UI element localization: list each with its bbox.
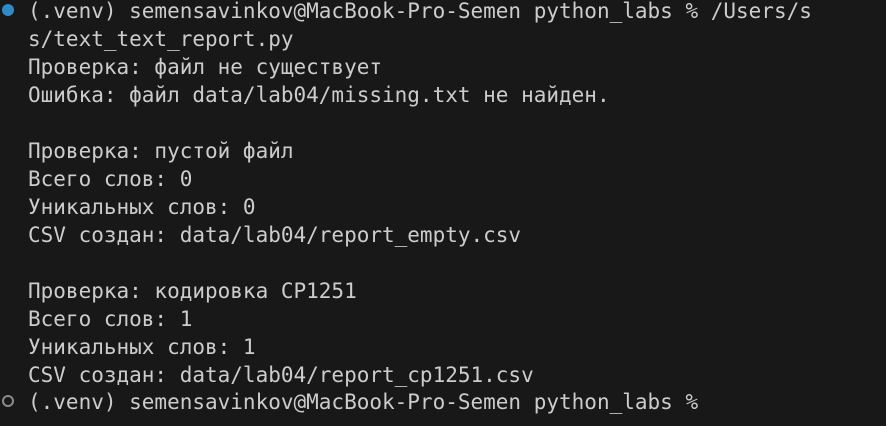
output-line: Проверка: пустой файл xyxy=(28,139,294,163)
output-line: Уникальных слов: 1 xyxy=(28,335,256,359)
shell-prompt: (.venv) semensavinkov@MacBook-Pro-Semen … xyxy=(28,0,711,23)
command-pending-dot-icon[interactable] xyxy=(2,395,14,407)
output-line: CSV создан: data/lab04/report_cp1251.csv xyxy=(28,363,534,387)
output-line: Всего слов: 0 xyxy=(28,167,193,191)
current-prompt[interactable]: (.venv) semensavinkov@MacBook-Pro-Semen … xyxy=(28,388,698,416)
output-line: Ошибка: файл data/lab04/missing.txt не н… xyxy=(28,83,610,107)
output-line: Всего слов: 1 xyxy=(28,307,193,331)
output-line: Проверка: кодировка CP1251 xyxy=(28,279,357,303)
command-line-wrap: s/text_text_report.py xyxy=(28,27,294,51)
command-success-dot-icon[interactable] xyxy=(2,4,14,16)
output-line: Проверка: файл не существует xyxy=(28,55,383,79)
terminal-output[interactable]: (.venv) semensavinkov@MacBook-Pro-Semen … xyxy=(0,0,886,426)
output-line: CSV создан: data/lab04/report_empty.csv xyxy=(28,223,522,247)
output-line: Уникальных слов: 0 xyxy=(28,195,256,219)
command-line: (.venv) semensavinkov@MacBook-Pro-Semen … xyxy=(28,0,812,25)
command-text: /Users/s xyxy=(710,0,812,23)
